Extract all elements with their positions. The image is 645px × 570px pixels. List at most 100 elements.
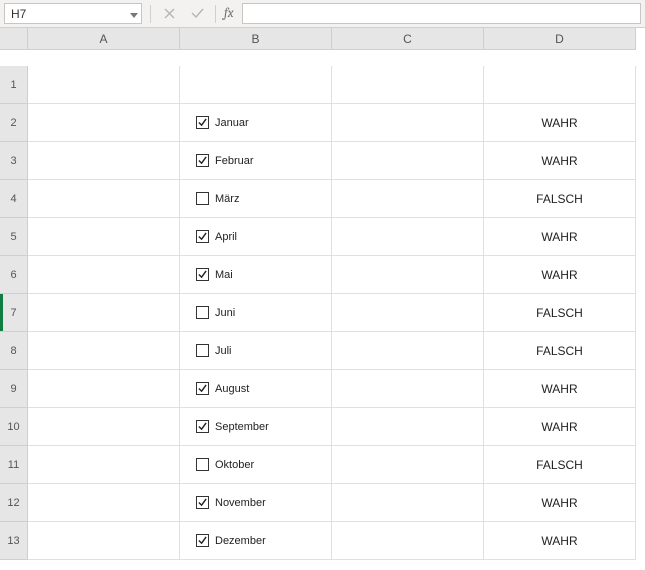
checkbox-checked-icon[interactable]	[196, 382, 209, 395]
row-header[interactable]: 10	[0, 408, 28, 446]
cell[interactable]	[28, 332, 180, 370]
cell[interactable]: Oktober	[180, 446, 332, 484]
cell[interactable]	[28, 104, 180, 142]
cell[interactable]: April	[180, 218, 332, 256]
cell[interactable]: FALSCH	[484, 294, 636, 332]
form-checkbox[interactable]: Dezember	[196, 534, 266, 547]
cell[interactable]	[332, 66, 484, 104]
cell[interactable]	[28, 484, 180, 522]
cell[interactable]	[332, 522, 484, 560]
checkbox-checked-icon[interactable]	[196, 420, 209, 433]
form-checkbox[interactable]: Juli	[196, 344, 232, 357]
cell[interactable]	[332, 218, 484, 256]
cell[interactable]: September	[180, 408, 332, 446]
form-checkbox[interactable]: Mai	[196, 268, 233, 281]
form-checkbox[interactable]: Oktober	[196, 458, 254, 471]
cell[interactable]: Dezember	[180, 522, 332, 560]
cell[interactable]: Juni	[180, 294, 332, 332]
cell[interactable]: FALSCH	[484, 180, 636, 218]
cell[interactable]	[180, 66, 332, 104]
cell[interactable]: WAHR	[484, 370, 636, 408]
cell[interactable]: August	[180, 370, 332, 408]
cell[interactable]	[332, 104, 484, 142]
cell[interactable]	[332, 256, 484, 294]
cell[interactable]	[332, 332, 484, 370]
form-checkbox[interactable]: Juni	[196, 306, 235, 319]
cell[interactable]: WAHR	[484, 256, 636, 294]
cell[interactable]	[332, 408, 484, 446]
cell[interactable]	[28, 408, 180, 446]
confirm-icon[interactable]	[187, 4, 207, 24]
cell[interactable]: WAHR	[484, 408, 636, 446]
cell[interactable]	[28, 446, 180, 484]
cell[interactable]: Juli	[180, 332, 332, 370]
row-header[interactable]: 6	[0, 256, 28, 294]
form-checkbox[interactable]: August	[196, 382, 249, 395]
cell[interactable]	[484, 66, 636, 104]
cell[interactable]	[28, 180, 180, 218]
cell[interactable]: WAHR	[484, 218, 636, 256]
cell[interactable]: WAHR	[484, 522, 636, 560]
form-checkbox[interactable]: März	[196, 192, 239, 205]
cell[interactable]	[28, 218, 180, 256]
cell[interactable]	[28, 294, 180, 332]
column-header-B[interactable]: B	[180, 28, 332, 50]
checkbox-checked-icon[interactable]	[196, 154, 209, 167]
fx-icon[interactable]: fx	[224, 6, 234, 21]
cell[interactable]	[28, 142, 180, 180]
row-header[interactable]: 5	[0, 218, 28, 256]
checkbox-unchecked-icon[interactable]	[196, 344, 209, 357]
column-header-A[interactable]: A	[28, 28, 180, 50]
checkbox-checked-icon[interactable]	[196, 534, 209, 547]
cell[interactable]: Februar	[180, 142, 332, 180]
checkbox-checked-icon[interactable]	[196, 496, 209, 509]
row-header[interactable]: 1	[0, 66, 28, 104]
name-box[interactable]	[4, 3, 142, 24]
select-all-corner[interactable]	[0, 28, 28, 50]
cell[interactable]	[28, 66, 180, 104]
checkbox-checked-icon[interactable]	[196, 268, 209, 281]
row-header[interactable]: 9	[0, 370, 28, 408]
worksheet-grid[interactable]: ABCD 12 Januar WAHR 3 Februar WAHR 4 März FALSCH 5…	[0, 28, 645, 560]
form-checkbox[interactable]: Januar	[196, 116, 249, 129]
row-header[interactable]: 4	[0, 180, 28, 218]
cell[interactable]: WAHR	[484, 484, 636, 522]
form-checkbox[interactable]: Februar	[196, 154, 254, 167]
cell[interactable]: November	[180, 484, 332, 522]
cell[interactable]	[332, 484, 484, 522]
row-header[interactable]: 12	[0, 484, 28, 522]
cell[interactable]	[332, 294, 484, 332]
cell[interactable]	[28, 522, 180, 560]
cell[interactable]: Januar	[180, 104, 332, 142]
cell[interactable]: März	[180, 180, 332, 218]
form-checkbox[interactable]: November	[196, 496, 266, 509]
cell[interactable]: FALSCH	[484, 446, 636, 484]
checkbox-unchecked-icon[interactable]	[196, 306, 209, 319]
row-header[interactable]: 11	[0, 446, 28, 484]
form-checkbox[interactable]: September	[196, 420, 269, 433]
cell[interactable]	[332, 142, 484, 180]
checkbox-checked-icon[interactable]	[196, 116, 209, 129]
cancel-icon[interactable]	[159, 4, 179, 24]
cell[interactable]	[332, 446, 484, 484]
checkbox-unchecked-icon[interactable]	[196, 192, 209, 205]
row-header[interactable]: 7	[0, 294, 28, 332]
cell[interactable]	[28, 370, 180, 408]
cell[interactable]	[332, 180, 484, 218]
cell[interactable]	[28, 256, 180, 294]
row-header[interactable]: 8	[0, 332, 28, 370]
row-header[interactable]: 3	[0, 142, 28, 180]
cell[interactable]: FALSCH	[484, 332, 636, 370]
row-header[interactable]: 2	[0, 104, 28, 142]
formula-input[interactable]	[242, 3, 642, 24]
cell[interactable]: Mai	[180, 256, 332, 294]
column-header-D[interactable]: D	[484, 28, 636, 50]
row-header[interactable]: 13	[0, 522, 28, 560]
cell[interactable]: WAHR	[484, 104, 636, 142]
cell[interactable]: WAHR	[484, 142, 636, 180]
checkbox-checked-icon[interactable]	[196, 230, 209, 243]
checkbox-unchecked-icon[interactable]	[196, 458, 209, 471]
column-header-C[interactable]: C	[332, 28, 484, 50]
cell[interactable]	[332, 370, 484, 408]
form-checkbox[interactable]: April	[196, 230, 237, 243]
